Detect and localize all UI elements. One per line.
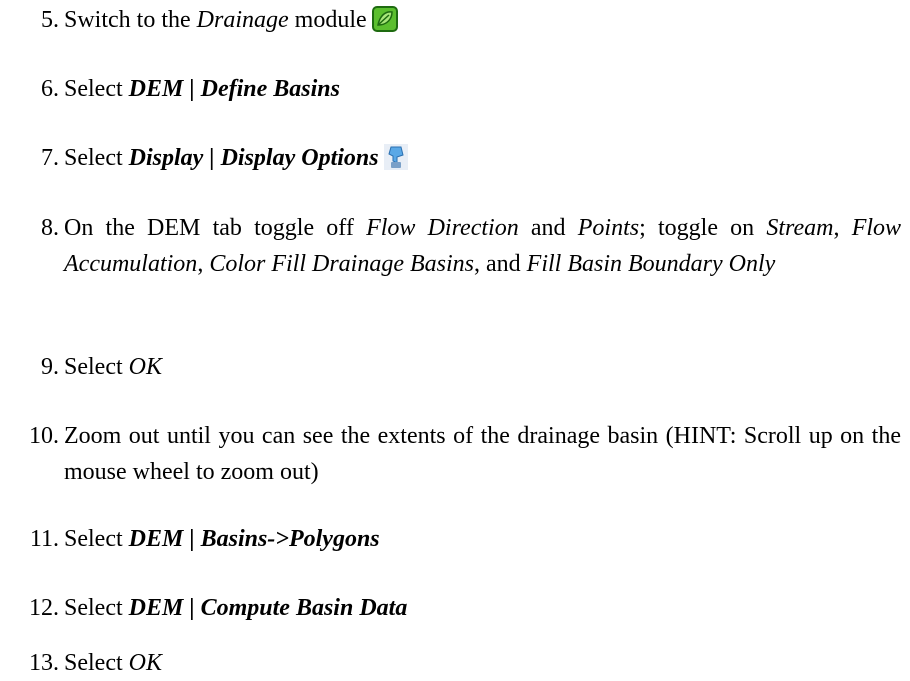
- step-text-plain: ; toggle on: [639, 215, 767, 241]
- step-text: Switch to the Drainage module: [64, 2, 901, 43]
- document-page: { "steps": [ { "num": "5.", "pre": "Swit…: [0, 0, 910, 681]
- step-text: Select DEM | Define Basins: [64, 71, 901, 107]
- option-name: Color Fill Drainage Basins: [209, 251, 474, 277]
- option-name: Flow Direction: [366, 215, 519, 241]
- step-text: Select OK: [64, 645, 901, 681]
- option-name: Fill Basin Boundary Only: [526, 251, 776, 277]
- step-text-plain: Switch to the: [64, 7, 197, 33]
- step-text-plain: Select: [64, 650, 129, 676]
- button-name: OK: [128, 354, 162, 380]
- menu-command: DEM | Compute Basin Data: [128, 595, 408, 621]
- button-name: OK: [128, 650, 162, 676]
- step-text: Select Display | Display Options: [64, 140, 901, 181]
- step-text: Select OK: [64, 349, 901, 385]
- step-text-plain: On the DEM tab toggle off: [64, 215, 367, 241]
- step-text: Select DEM | Compute Basin Data: [64, 590, 901, 626]
- option-name: Points: [577, 215, 640, 241]
- step-text-plain: Select: [64, 354, 129, 380]
- module-name: Drainage: [196, 7, 289, 33]
- step-text: Select DEM | Basins->Polygons: [64, 521, 901, 557]
- step-text-plain: ,: [833, 215, 852, 241]
- step-text: Zoom out until you can see the extents o…: [64, 423, 901, 485]
- step-text-plain: and: [518, 215, 578, 241]
- step-text-plain: , and: [474, 251, 527, 277]
- step-number: 11.: [29, 526, 59, 552]
- drainage-module-icon: [371, 6, 398, 43]
- step-number: 9.: [41, 354, 59, 380]
- step-text-plain: Select: [64, 145, 129, 171]
- option-name: Stream: [766, 215, 834, 241]
- menu-command: DEM | Basins->Polygons: [128, 526, 380, 552]
- menu-command: DEM | Define Basins: [128, 76, 340, 102]
- step-number: 12.: [29, 595, 59, 621]
- step-number: 8.: [41, 215, 59, 241]
- step-text-plain: ,: [197, 251, 210, 277]
- step-text-plain: Select: [64, 595, 129, 621]
- step-number: 5.: [41, 7, 59, 33]
- step-text-plain: module: [288, 7, 367, 33]
- menu-command: Display | Display Options: [128, 145, 379, 171]
- step-number: 10.: [29, 423, 59, 449]
- step-number: 6.: [41, 76, 59, 102]
- display-options-icon: [383, 144, 408, 181]
- step-text-plain: Select: [64, 76, 129, 102]
- step-text-plain: Select: [64, 526, 129, 552]
- step-number: 7.: [41, 145, 59, 171]
- step-number: 13.: [29, 650, 59, 676]
- step-text: On the DEM tab toggle off Flow Direction…: [64, 210, 901, 282]
